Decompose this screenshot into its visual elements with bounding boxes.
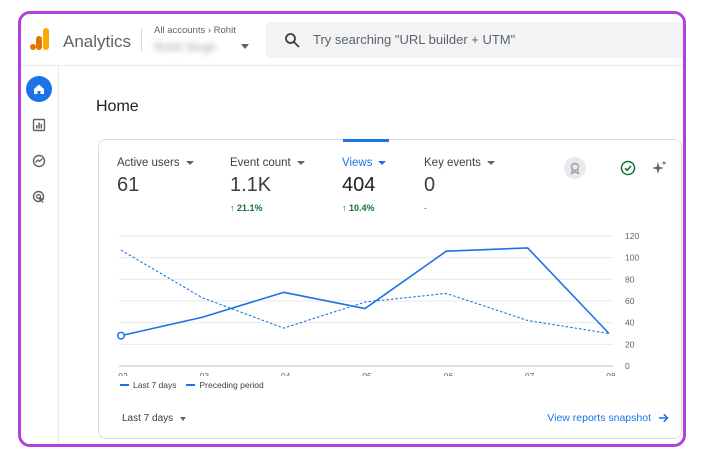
home-icon xyxy=(34,84,44,94)
nav-advertising[interactable] xyxy=(26,184,52,210)
x-tick-label: 06 xyxy=(444,371,454,376)
app-title: Analytics xyxy=(63,32,132,51)
chevron-down-icon[interactable] xyxy=(241,44,249,49)
advertising-icon xyxy=(32,190,45,203)
nav-home[interactable] xyxy=(26,76,52,102)
legend-label: Last 7 days xyxy=(133,380,177,390)
data-point xyxy=(116,331,126,340)
reports-icon xyxy=(32,118,46,132)
search-bar[interactable]: Try searching "URL builder + UTM" xyxy=(266,22,683,58)
series-line-preceding-period xyxy=(120,249,610,335)
nav-explore[interactable] xyxy=(26,148,52,174)
search-input[interactable]: Try searching "URL builder + UTM" xyxy=(313,32,515,47)
legend-swatch-solid xyxy=(120,384,129,386)
account-selector[interactable]: Rohit Singh xyxy=(154,40,216,54)
y-tick-label: 40 xyxy=(625,318,635,328)
overview-card: Active users 61 Event count 1.1K ↑ 21.1%… xyxy=(98,139,682,439)
breadcrumb[interactable]: All accounts › Rohit xyxy=(154,25,236,36)
legend-label: Preceding period xyxy=(199,380,264,390)
date-range-selector[interactable]: Last 7 days xyxy=(122,413,187,424)
y-tick-label: 0 xyxy=(625,361,630,371)
views-line-chart: 12010080604020002030405060708May xyxy=(116,231,639,376)
arrow-right-icon xyxy=(659,413,669,423)
app-window: Analytics All accounts › Rohit Rohit Sin… xyxy=(18,11,686,447)
analytics-logo-icon[interactable] xyxy=(29,26,51,52)
page-title: Home xyxy=(96,98,139,115)
x-tick-label: 03 xyxy=(200,371,210,376)
x-tick-label: 05 xyxy=(362,371,372,376)
y-tick-label: 120 xyxy=(625,231,639,241)
x-tick-label: 08 xyxy=(606,371,616,376)
x-tick-label: 07 xyxy=(525,371,535,376)
top-bar: Analytics All accounts › Rohit Rohit Sin… xyxy=(21,14,683,66)
side-nav xyxy=(21,66,59,444)
divider xyxy=(141,28,142,52)
y-tick-label: 60 xyxy=(625,296,635,306)
x-tick-label: 02 xyxy=(118,371,128,376)
chart-legend: Last 7 days Preceding period xyxy=(120,380,264,390)
x-tick-label: 04 xyxy=(281,371,291,376)
snapshot-link-text: View reports snapshot xyxy=(547,412,651,424)
nav-reports[interactable] xyxy=(26,112,52,138)
date-range-label: Last 7 days xyxy=(122,413,174,424)
explore-icon xyxy=(32,154,46,168)
y-tick-label: 80 xyxy=(625,274,635,284)
view-reports-snapshot-link[interactable]: View reports snapshot xyxy=(547,412,669,424)
legend-swatch-dashed xyxy=(186,384,196,386)
y-tick-label: 20 xyxy=(625,339,635,349)
y-tick-label: 100 xyxy=(625,253,639,263)
search-icon xyxy=(285,33,300,48)
legend-item: Last 7 days xyxy=(120,380,176,390)
legend-item: Preceding period xyxy=(186,380,264,390)
chevron-down-icon xyxy=(180,416,187,421)
